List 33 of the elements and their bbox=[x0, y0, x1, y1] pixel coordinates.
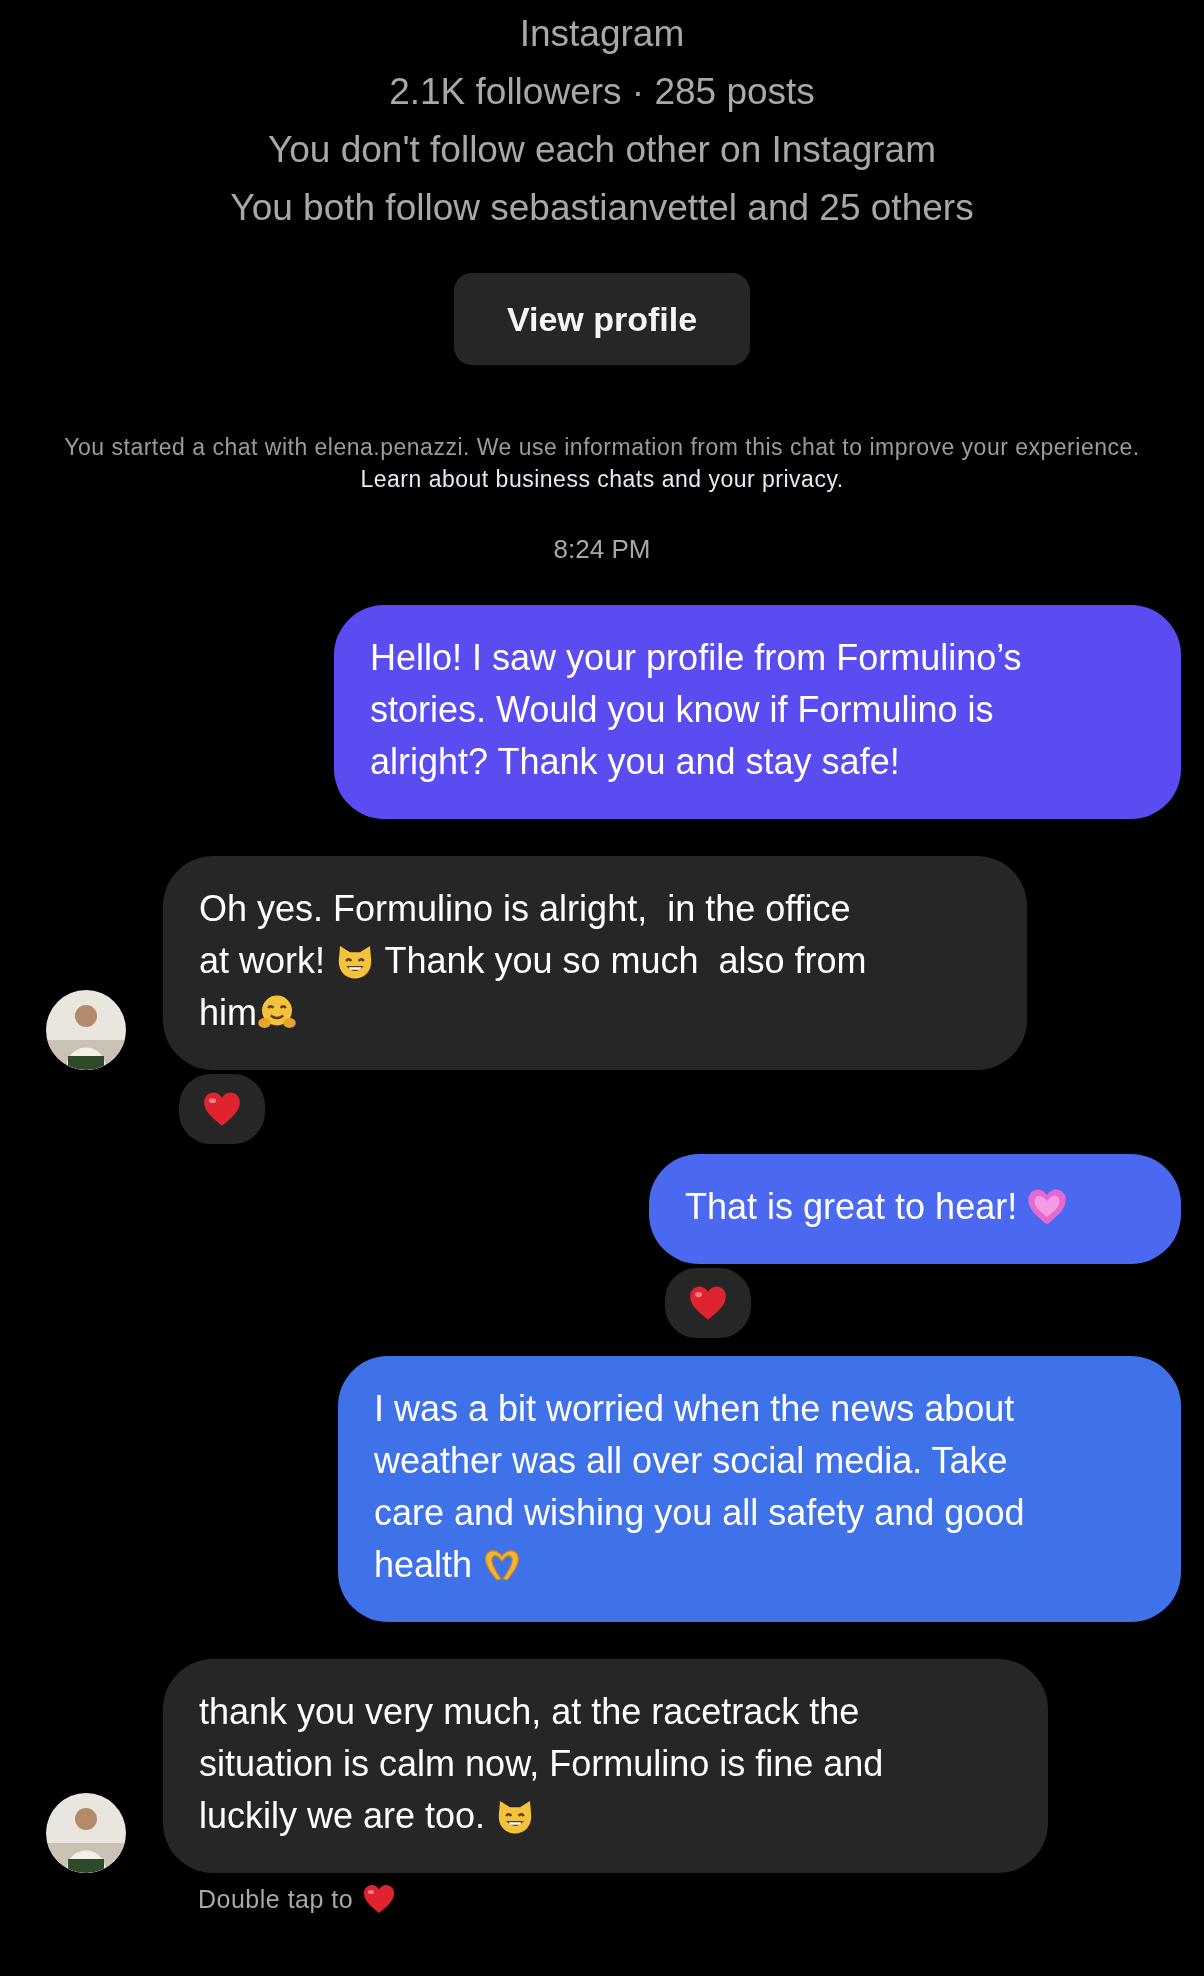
heart-icon[interactable] bbox=[363, 1883, 396, 1915]
message-text: situation is calm now, Formulino is fine and bbox=[199, 1742, 884, 1786]
message-text: care and wishing you all safety and good bbox=[374, 1491, 1025, 1535]
sent-message-bubble[interactable]: I was a bit worried when the news about weather was all over social media. Take care and wishing you all safety and good health bbox=[338, 1356, 1181, 1622]
message-text: weather was all over social media. Take bbox=[374, 1439, 1008, 1483]
timestamp: 8:24 PM bbox=[553, 534, 651, 564]
message-text: I was a bit worried when the news about bbox=[374, 1387, 1015, 1431]
account-type: Instagram bbox=[519, 12, 685, 56]
heart-icon bbox=[203, 1090, 241, 1128]
sent-message-bubble[interactable]: Hello! I saw your profile from Formulino’s stories. Would you know if Formulino is alright? Thank you and stay safe! bbox=[334, 605, 1181, 819]
message-text: at work! bbox=[199, 939, 327, 983]
message-text: thank you very much, at the racetrack the bbox=[199, 1690, 860, 1734]
sent-message-bubble[interactable]: That is great to hear! bbox=[649, 1154, 1181, 1264]
heart-icon bbox=[689, 1284, 727, 1322]
message-text: That is great to hear! bbox=[685, 1185, 1019, 1229]
message-text: Thank you so much also from bbox=[383, 939, 867, 983]
privacy-link[interactable]: Learn about business chats and your privacy. bbox=[360, 466, 844, 492]
message-text: luckily we are too. bbox=[199, 1794, 487, 1838]
message-text: alright? Thank you and stay safe! bbox=[370, 740, 900, 784]
follow-status: You don't follow each other on Instagram bbox=[268, 128, 936, 172]
message-text: health bbox=[374, 1543, 474, 1587]
received-message-bubble[interactable]: thank you very much, at the racetrack the situation is calm now, Formulino is fine and luckily we are too. bbox=[163, 1659, 1048, 1873]
mutual-followers: You both follow sebastianvettel and 25 others bbox=[230, 186, 974, 230]
received-message-bubble[interactable]: Oh yes. Formulino is alright, in the office at work! Thank you so much also from him bbox=[163, 856, 1027, 1070]
view-profile-button[interactable]: View profile bbox=[454, 273, 750, 365]
double-tap-hint: Double tap to bbox=[198, 1884, 354, 1914]
message-text: Hello! I saw your profile from Formulino’s bbox=[370, 636, 1022, 680]
privacy-notice: You started a chat with elena.penazzi. We use information from this chat to improve your experience. Learn about business chats and your privacy. bbox=[63, 433, 1141, 494]
message-text: him bbox=[199, 991, 257, 1035]
message-text: stories. Would you know if Formulino is bbox=[370, 688, 994, 732]
sparkling-heart-icon bbox=[1027, 1187, 1068, 1227]
profile-stats: 2.1K followers · 285 posts bbox=[389, 70, 815, 114]
message-text: Oh yes. Formulino is alright, in the office bbox=[199, 887, 851, 931]
